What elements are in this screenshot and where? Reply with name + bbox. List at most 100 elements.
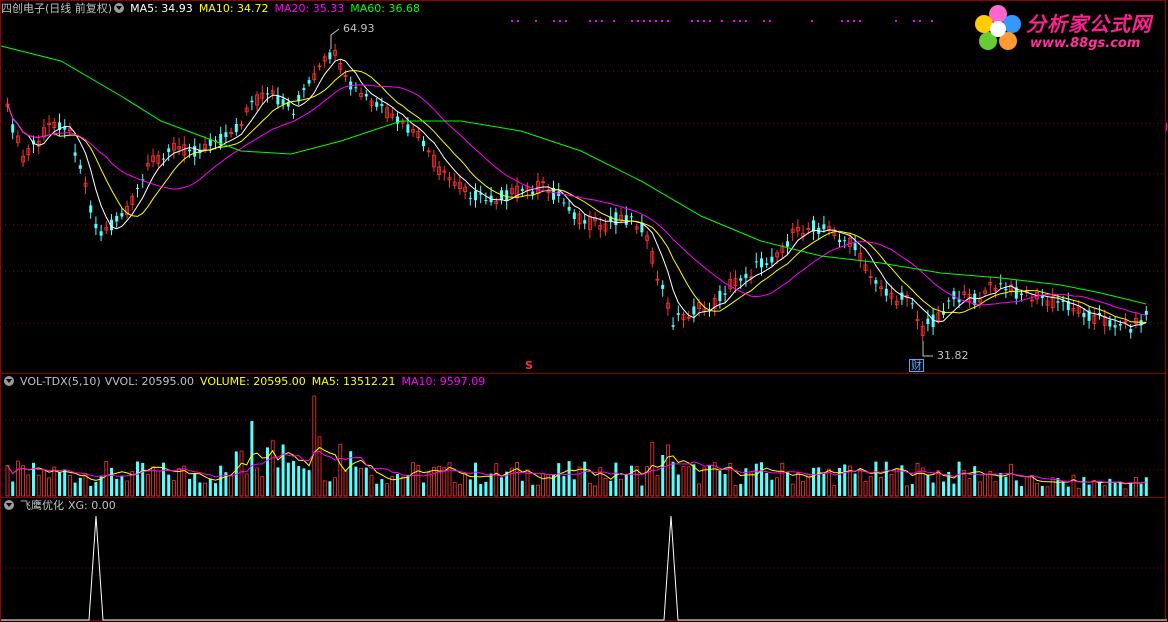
volume-bar [1139, 484, 1143, 496]
chevron-down-icon[interactable] [114, 3, 125, 13]
signal-dot [511, 20, 513, 22]
volume-bar [457, 484, 462, 497]
candle-body [692, 306, 696, 315]
volume-bar [1134, 477, 1138, 497]
volume-bar [297, 466, 301, 496]
candle-body [307, 80, 311, 84]
indicator-chart-panel[interactable]: 飞鹰优化 XG: 0.00 [0, 497, 1167, 622]
volume-bar [973, 466, 977, 496]
volume-bar [541, 473, 545, 497]
volume-bar [926, 474, 930, 496]
vvol-value: VVOL: 20595.00 [104, 375, 195, 388]
volume-bar [676, 474, 680, 496]
volume-bar [177, 468, 182, 497]
candle-body [760, 258, 763, 268]
volume-bar [89, 485, 93, 496]
candle-body [276, 95, 280, 105]
indicator-chart[interactable] [1, 498, 1167, 622]
volume-indicator-name[interactable]: VOL-TDX(5,10) [20, 375, 101, 388]
volume-bar [198, 482, 202, 496]
volume-bar [63, 469, 67, 496]
volume-bar [26, 474, 31, 497]
candle-body [853, 243, 857, 251]
volume-bar [614, 462, 618, 496]
volume-bar [364, 467, 368, 496]
signal-dot [517, 20, 519, 22]
volume-bar [452, 481, 457, 497]
volume-bar [484, 481, 488, 496]
volume-bar [868, 475, 873, 497]
signal-dot [655, 20, 657, 22]
signal-dot [613, 20, 615, 22]
volume-bar [1009, 463, 1013, 497]
candle-body [822, 224, 826, 230]
volume-chart[interactable] [1, 374, 1167, 499]
volume-bar [853, 473, 857, 496]
volume-bar [68, 475, 72, 497]
ma5-line [7, 58, 1147, 328]
signal-dot [853, 20, 855, 22]
candle-body [947, 300, 951, 302]
volume-bar [354, 466, 358, 496]
volume-bar [812, 467, 815, 496]
volume-bar [978, 481, 982, 497]
volume-bar [260, 476, 265, 497]
candle-body [926, 318, 930, 325]
candle-body [739, 278, 743, 281]
chevron-down-icon[interactable] [4, 500, 14, 510]
candle-body [765, 263, 769, 266]
volume-bar [942, 481, 945, 496]
volume-bar [266, 447, 269, 496]
volume-bar [588, 482, 592, 497]
volume-bar [115, 478, 119, 496]
price-chart-panel[interactable]: 四创电子(日线 前复权) MA5: 34.93 MA10: 34.72 MA20: 3… [0, 0, 1167, 375]
vol-ma5-value: MA5: 13512.21 [311, 375, 396, 388]
low-price-label: 31.82 [937, 349, 969, 362]
volume-bar [270, 440, 275, 497]
volume-bar [874, 461, 878, 496]
volume-bar [661, 454, 665, 496]
finance-marker[interactable]: 财 [909, 359, 924, 372]
volume-bar [15, 460, 20, 497]
volume-bar [1004, 476, 1008, 496]
price-chart[interactable] [1, 1, 1167, 375]
volume-chart-panel[interactable]: VOL-TDX(5,10) VVOL: 20595.00 VOLUME: 20595… [0, 373, 1167, 499]
volume-bar [385, 483, 390, 497]
volume-bar [952, 483, 956, 496]
candle-body [1108, 320, 1112, 327]
volume-bar [1061, 481, 1065, 496]
volume-bar [104, 460, 109, 497]
volume-bar [640, 485, 644, 496]
indicator-name[interactable]: 飞鹰优化 [20, 499, 64, 512]
candle-body [78, 165, 82, 169]
volume-bar [479, 484, 483, 496]
candle-body [572, 212, 576, 220]
candle-body [354, 87, 358, 89]
volume-bar [411, 462, 416, 497]
xg-value: XG: 0.00 [68, 499, 116, 512]
volume-bar [250, 421, 254, 496]
candle-body [838, 239, 841, 242]
volume-bar [619, 478, 623, 497]
sell-marker: S [525, 359, 533, 372]
volume-bar [894, 468, 899, 497]
signal-dot [565, 20, 567, 22]
volume-bar [193, 473, 197, 496]
candle-body [1113, 325, 1117, 328]
candle-body [505, 190, 509, 201]
volume-bar [359, 467, 364, 497]
volume-bar [692, 464, 696, 496]
volume-bar [697, 483, 701, 497]
volume-bar [671, 461, 675, 496]
volume-bar [281, 444, 285, 496]
candle-body [422, 140, 425, 147]
stock-name[interactable]: 四创电子(日线 前复权) [1, 2, 112, 15]
signal-dot [919, 20, 921, 22]
volume-bar [125, 480, 129, 497]
chevron-down-icon[interactable] [4, 376, 14, 386]
xg-signal-line [1, 515, 1167, 621]
candle-body [583, 220, 587, 224]
signal-dot [553, 20, 555, 22]
volume-bar [292, 460, 295, 496]
volume-bar [343, 470, 348, 497]
